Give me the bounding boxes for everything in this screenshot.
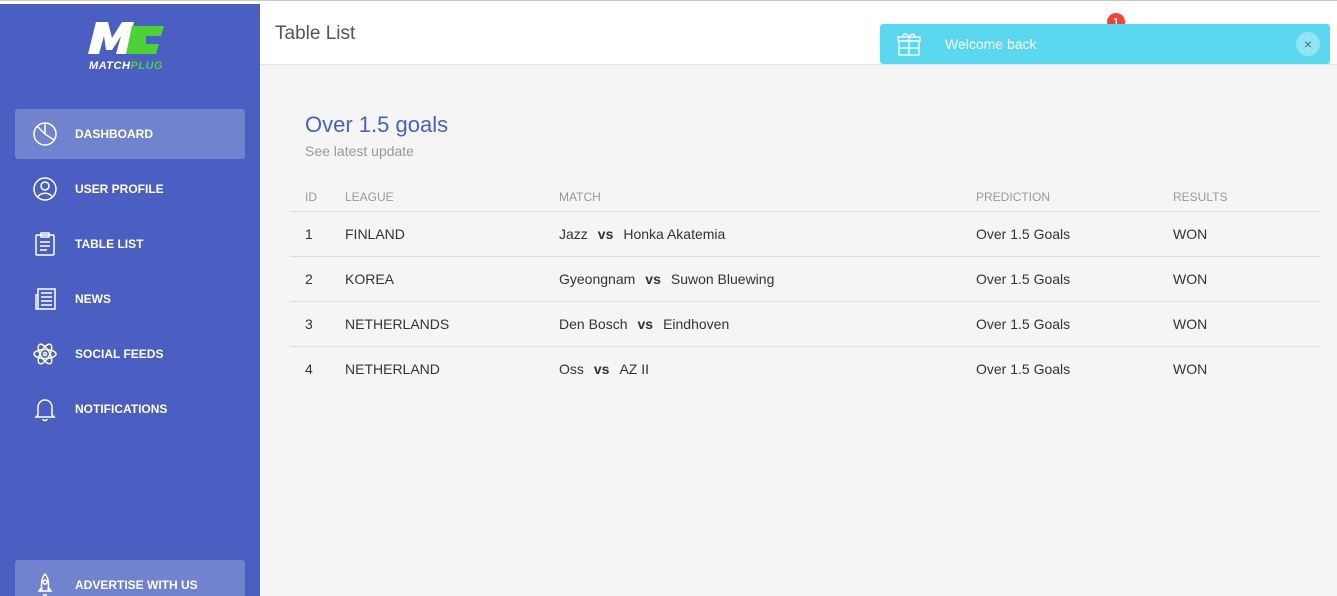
sidebar-item-label: USER PROFILE [75, 182, 164, 196]
vs-label: vs [597, 225, 614, 242]
cell-match: Jazz vs Honka Akatemia [559, 211, 976, 257]
sidebar-item-label: DASHBOARD [75, 127, 153, 141]
sidebar-item-user-profile[interactable]: USER PROFILE [15, 164, 245, 214]
cell-prediction: Over 1.5 Goals [976, 211, 1173, 257]
user-icon [31, 175, 59, 203]
newspaper-icon [31, 285, 59, 313]
cell-match: Den Bosch vs Eindhoven [559, 301, 976, 347]
home-team: Den Bosch [559, 315, 628, 332]
vs-label: vs [593, 360, 610, 377]
clipboard-icon [31, 230, 59, 258]
predictions-table: ID LEAGUE MATCH PREDICTION RESULTS 1 FIN… [290, 180, 1320, 391]
away-team: AZ II [619, 360, 650, 377]
column-header-id: ID [290, 180, 345, 212]
cell-league: NETHERLAND [345, 360, 440, 377]
home-team: Oss [559, 360, 584, 377]
cell-result: WON [1173, 211, 1320, 257]
vs-label: vs [645, 270, 661, 287]
sidebar-item-label: SOCIAL FEEDS [75, 347, 164, 361]
cell-prediction: Over 1.5 Goals [976, 360, 1071, 377]
table-header-row: ID LEAGUE MATCH PREDICTION RESULTS [290, 180, 1320, 212]
sidebar-item-notifications[interactable]: NOTIFICATIONS [15, 384, 245, 434]
sidebar-item-dashboard[interactable]: DASHBOARD [15, 109, 245, 159]
advertise-button[interactable]: ADVERTISE WITH US [15, 560, 245, 596]
cell-result: WON [1173, 360, 1208, 377]
card-subtitle: See latest update [305, 143, 414, 159]
toast-close-button[interactable]: × [1296, 32, 1320, 56]
table-row: 4 NETHERLAND Oss vs AZ II Over 1.5 Goals W… [290, 346, 1320, 391]
sidebar-item-label: TABLE LIST [75, 237, 144, 251]
pie-chart-icon [31, 120, 59, 148]
logo-text-plug: PLUG [130, 60, 163, 72]
bell-icon [31, 395, 59, 423]
away-team: Eindhoven [663, 315, 730, 332]
logo-text-match: MATCH [89, 60, 131, 72]
page-title: Table List [275, 23, 356, 44]
rocket-icon [31, 571, 59, 596]
table-row: 2 KOREA Gyeongnam vs Suwon Bluewing Over 1… [290, 256, 1320, 302]
home-team: Jazz [559, 225, 588, 242]
cell-match: Oss vs AZ II [559, 346, 976, 391]
cell-league: FINLAND [345, 211, 559, 257]
sidebar-item-table-list[interactable]: TABLE LIST [15, 219, 245, 269]
away-team: Suwon Bluewing [670, 270, 775, 287]
away-team: Honka Akatemia [623, 225, 726, 242]
cell-result: WON [1173, 301, 1320, 347]
cell-id: 1 [290, 211, 345, 257]
logo-text: MATCHPLUG [84, 60, 168, 72]
column-header-prediction: PREDICTION [976, 180, 1173, 212]
sidebar-item-social-feeds[interactable]: SOCIAL FEEDS [15, 329, 245, 379]
browser-top-edge [0, 0, 1337, 4]
cell-prediction: Over 1.5 Goals [976, 301, 1173, 347]
column-header-results: RESULTS [1173, 180, 1320, 212]
home-team: Gyeongnam [559, 270, 636, 287]
sidebar-item-label: NOTIFICATIONS [75, 402, 168, 416]
cell-prediction: Over 1.5 Goals [976, 256, 1173, 302]
column-header-league: LEAGUE [345, 180, 559, 212]
card-title: Over 1.5 goals [305, 112, 449, 137]
welcome-toast: Welcome back × [880, 24, 1330, 64]
sidebar-item-label: NEWS [75, 292, 111, 306]
atom-icon [31, 340, 59, 368]
sidebar: MATCHPLUG DASHBOARD USER PROFILE TABLE L… [0, 4, 260, 596]
cell-match: Gyeongnam vs Suwon Bluewing [559, 256, 976, 302]
matchplug-logo[interactable]: MATCHPLUG [84, 18, 178, 74]
cell-id: 2 [290, 256, 345, 302]
column-header-match: MATCH [559, 180, 976, 212]
logo-mark-icon [88, 22, 164, 54]
cell-id: 3 [290, 301, 345, 347]
table-row: 3 NETHERLANDS Den Bosch vs Eindhoven Over … [290, 301, 1320, 347]
cell-league: KOREA [345, 256, 559, 302]
cell-result: WON [1173, 256, 1320, 302]
gift-icon [896, 31, 922, 57]
sidebar-item-news[interactable]: NEWS [15, 274, 245, 324]
toast-message: Welcome back [945, 36, 1037, 52]
advertise-label: ADVERTISE WITH US [75, 578, 198, 592]
cell-league: NETHERLANDS [345, 301, 559, 347]
vs-label: vs [637, 315, 654, 332]
table-row: 1 FINLAND Jazz vs Honka Akatemia Over 1.5 … [290, 211, 1320, 257]
cell-id: 4 [305, 360, 313, 377]
